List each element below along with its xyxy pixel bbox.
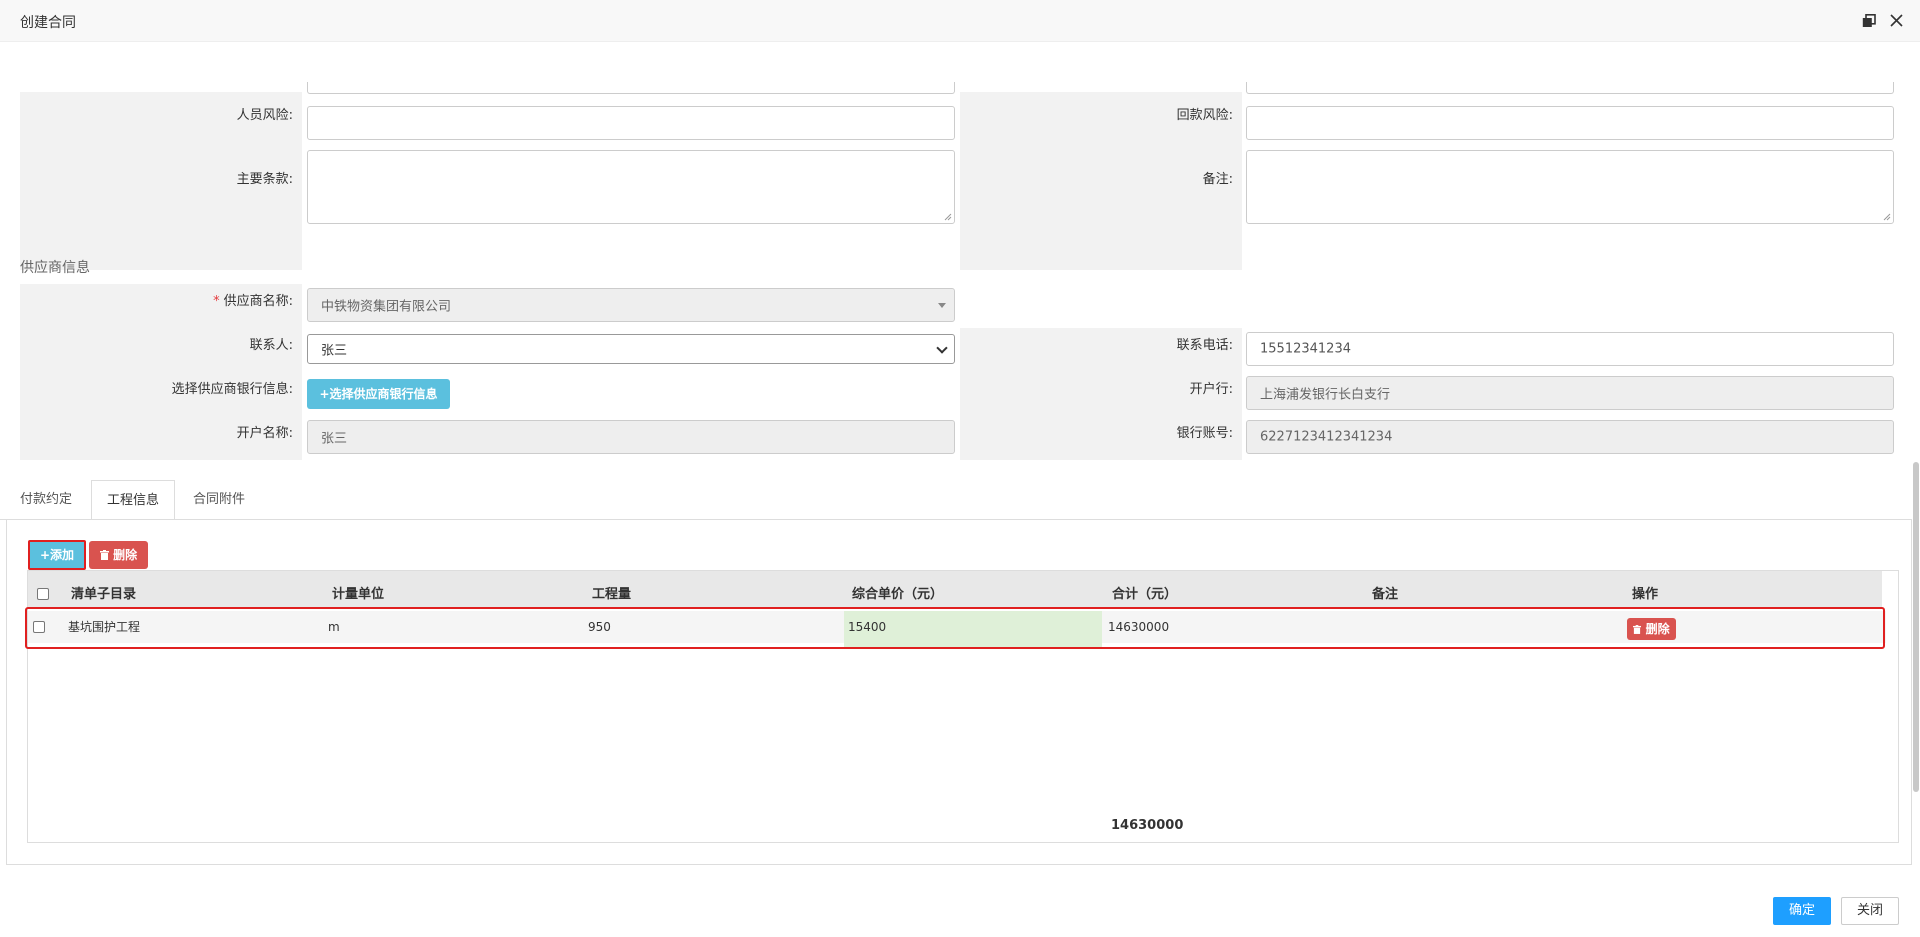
- personnel-risk-label: 人员风险:: [236, 108, 293, 123]
- contact-label: 联系人:: [249, 338, 293, 353]
- remarks-label: 备注:: [1202, 172, 1233, 187]
- phone-value: 15512341234: [1260, 341, 1351, 357]
- account-name-input[interactable]: 张三: [307, 420, 955, 454]
- add-button[interactable]: +添加: [28, 540, 86, 570]
- tab-payment-terms[interactable]: 付款约定: [16, 480, 76, 520]
- row-delete-button[interactable]: 删除: [1627, 618, 1676, 640]
- delete-button[interactable]: 删除: [89, 541, 148, 569]
- payment-risk-input[interactable]: [1246, 106, 1894, 140]
- bank-select-label: 选择供应商银行信息:: [171, 382, 293, 397]
- vertical-scrollbar[interactable]: [1912, 42, 1920, 872]
- resize-handle-icon[interactable]: [944, 213, 952, 221]
- select-bank-button[interactable]: +选择供应商银行信息: [307, 379, 450, 409]
- phone-label: 联系电话:: [1176, 338, 1233, 353]
- supplier-name-label-text: 供应商名称:: [223, 294, 293, 309]
- tab-contract-attachments[interactable]: 合同附件: [188, 480, 250, 520]
- payment-risk-label: 回款风险:: [1176, 108, 1233, 123]
- remarks-textarea[interactable]: [1246, 150, 1894, 224]
- main-terms-label: 主要条款:: [236, 172, 293, 187]
- delete-button-label: 删除: [113, 548, 138, 562]
- trash-icon: [1633, 625, 1642, 634]
- phone-input[interactable]: 15512341234: [1246, 332, 1894, 366]
- supplier-section-title: 供应商信息: [20, 260, 90, 276]
- account-name-value: 张三: [321, 431, 348, 447]
- scrollbar-thumb[interactable]: [1913, 462, 1919, 792]
- trash-icon: [99, 550, 109, 560]
- field-partial-right[interactable]: [1246, 82, 1894, 94]
- row-highlight-outline: [25, 607, 1885, 649]
- bank-input[interactable]: 上海浦发银行长白支行: [1246, 376, 1894, 410]
- tab-project-info[interactable]: 工程信息: [91, 480, 175, 520]
- field-partial-left[interactable]: [307, 82, 955, 94]
- grid-footer-total: 14630000: [1111, 818, 1184, 833]
- resize-handle-icon[interactable]: [1883, 213, 1891, 221]
- tab-bar: 付款约定 工程信息 合同附件: [0, 480, 1920, 520]
- supplier-name-select[interactable]: 中铁物资集团有限公司: [307, 288, 955, 322]
- dialog-titlebar: 创建合同: [0, 0, 1920, 42]
- main-terms-textarea[interactable]: [307, 150, 955, 224]
- maximize-icon[interactable]: [1862, 14, 1876, 28]
- account-no-label: 银行账号:: [1176, 426, 1233, 441]
- close-button[interactable]: 关闭: [1841, 897, 1899, 925]
- row-delete-label: 删除: [1645, 622, 1670, 636]
- chevron-down-icon: [936, 342, 948, 354]
- account-no-input[interactable]: 6227123412341234: [1246, 420, 1894, 454]
- grid-header: 清单子目录 计量单位 工程量 综合单价（元） 合计（元） 备注 操作: [28, 571, 1882, 607]
- personnel-risk-input[interactable]: [307, 106, 955, 140]
- close-icon[interactable]: [1889, 13, 1904, 28]
- contact-value: 张三: [321, 343, 348, 359]
- bank-value: 上海浦发银行长白支行: [1260, 387, 1391, 403]
- select-all-checkbox[interactable]: [37, 588, 49, 600]
- supplier-name-value: 中铁物资集团有限公司: [321, 299, 452, 315]
- bank-label: 开户行:: [1189, 382, 1233, 397]
- account-name-label: 开户名称:: [236, 426, 293, 441]
- caret-down-icon: [938, 303, 946, 308]
- required-mark: *: [213, 294, 220, 309]
- dialog-title: 创建合同: [20, 15, 76, 31]
- contact-select[interactable]: 张三: [307, 334, 955, 364]
- confirm-button[interactable]: 确定: [1773, 897, 1831, 925]
- account-no-value: 6227123412341234: [1260, 429, 1393, 445]
- supplier-name-label: * 供应商名称:: [20, 290, 302, 314]
